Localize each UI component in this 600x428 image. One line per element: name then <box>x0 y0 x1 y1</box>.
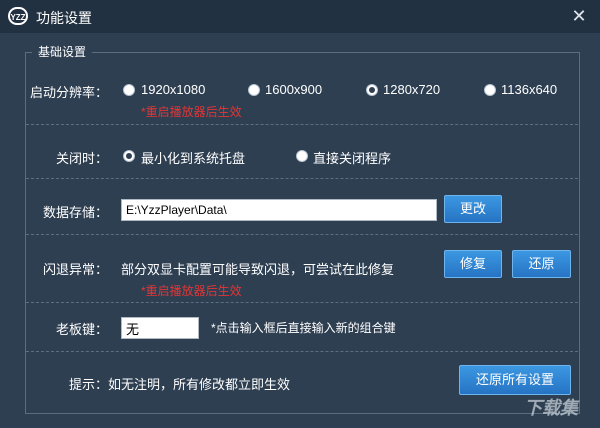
section-legend: 基础设置 <box>32 43 93 60</box>
watermark-logo: 下载集 <box>524 398 578 418</box>
close-icon[interactable]: ✕ <box>568 5 590 27</box>
divider <box>26 124 578 125</box>
radio-resolution-1136[interactable] <box>484 84 496 96</box>
app-logo-icon: YZZ <box>8 7 28 25</box>
resolution-restart-note: *重启播放器后生效 <box>141 105 242 119</box>
divider <box>26 178 578 179</box>
footer-tip: 提示：如无注明，所有修改都立即生效 <box>69 377 291 392</box>
resolution-option-1136[interactable]: 1136x640 <box>501 82 557 97</box>
crash-label: 闪退异常： <box>42 262 108 277</box>
divider <box>26 351 578 352</box>
crash-description: 部分双显卡配置可能导致闪退，可尝试在此修复 <box>121 262 395 277</box>
option-close-program[interactable]: 直接关闭程序 <box>313 148 391 167</box>
radio-close-program[interactable] <box>296 150 308 162</box>
boss-key-hint: *点击输入框后直接输入新的组合键 <box>211 321 396 335</box>
change-path-button[interactable]: 更改 <box>444 195 502 223</box>
resolution-option-1920[interactable]: 1920x1080 <box>141 82 205 97</box>
resolution-option-1280[interactable]: 1280x720 <box>383 82 440 97</box>
repair-button[interactable]: 修复 <box>444 250 502 278</box>
divider <box>26 234 578 235</box>
radio-resolution-1600[interactable] <box>248 84 260 96</box>
restore-all-settings-button[interactable]: 还原所有设置 <box>459 365 571 395</box>
radio-minimize-to-tray[interactable] <box>123 150 135 162</box>
window-title: 功能设置 <box>36 10 92 26</box>
crash-restart-note: *重启播放器后生效 <box>141 284 242 298</box>
storage-path-input[interactable] <box>121 199 437 221</box>
title-bar: YZZ 功能设置 ✕ <box>0 0 600 33</box>
restore-button[interactable]: 还原 <box>512 250 571 278</box>
option-minimize-to-tray[interactable]: 最小化到系统托盘 <box>141 148 245 167</box>
storage-label: 数据存储： <box>42 205 108 220</box>
basic-settings-group <box>25 52 580 414</box>
boss-key-input[interactable] <box>121 317 199 339</box>
on-close-label: 关闭时： <box>55 151 108 166</box>
divider <box>26 302 578 303</box>
resolution-label: 启动分辨率： <box>29 85 108 100</box>
boss-key-label: 老板键： <box>55 322 108 337</box>
radio-resolution-1280[interactable] <box>366 84 378 96</box>
radio-resolution-1920[interactable] <box>123 84 135 96</box>
resolution-option-1600[interactable]: 1600x900 <box>265 82 322 97</box>
